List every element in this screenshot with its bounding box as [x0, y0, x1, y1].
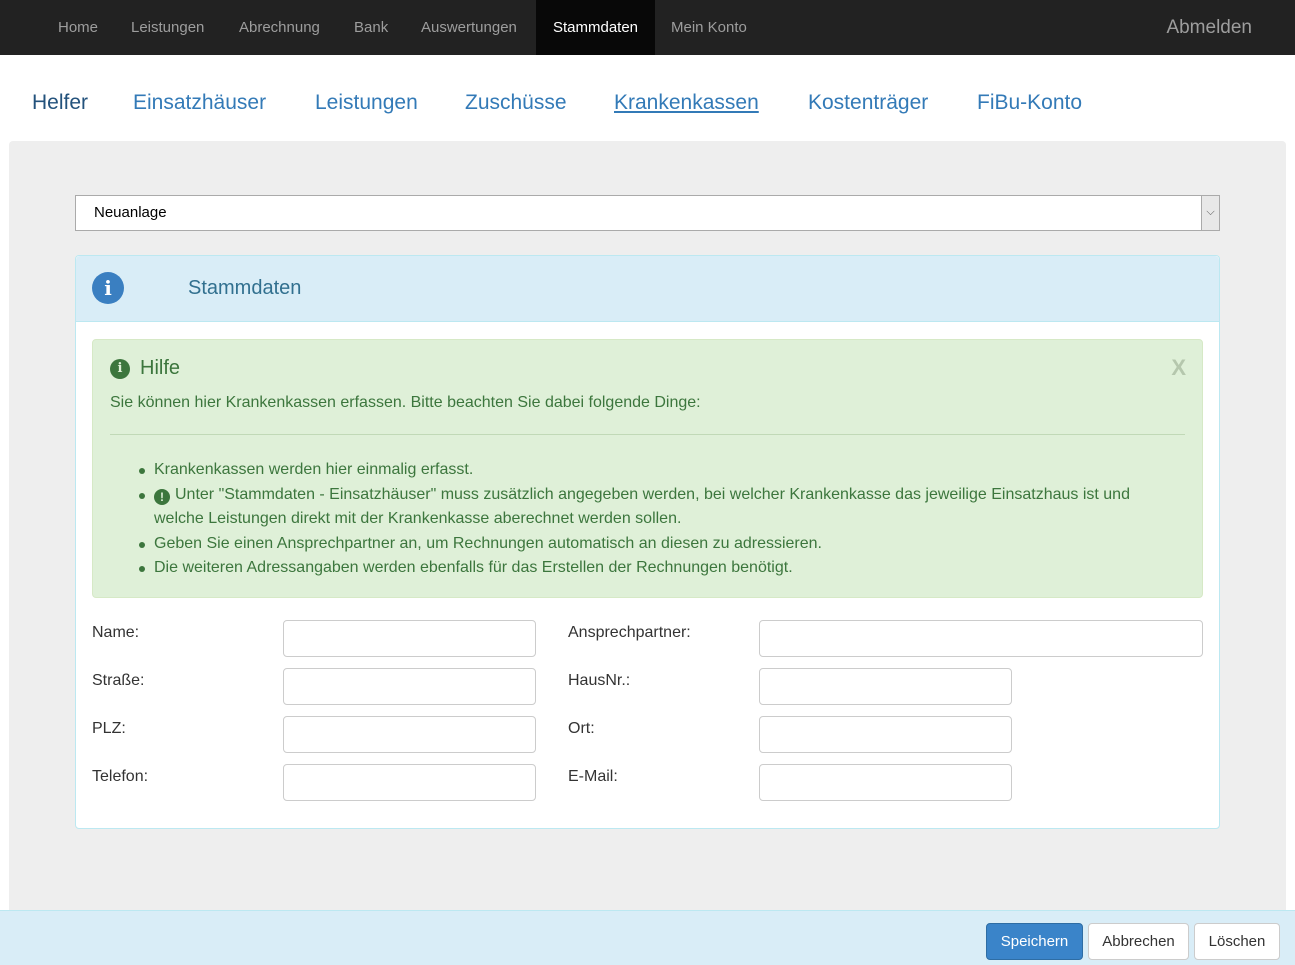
record-select[interactable]: Neuanlage ⌵ — [75, 195, 1220, 231]
tab-helfer[interactable]: Helfer — [32, 89, 88, 117]
house-no-field[interactable] — [759, 668, 1012, 705]
tab-leistungen[interactable]: Leistungen — [315, 89, 418, 117]
panel-heading: i Stammdaten — [76, 256, 1219, 322]
top-navbar: Home Leistungen Abrechnung Bank Auswertu… — [0, 0, 1295, 55]
help-list: Krankenkassen werden hier einmalig erfas… — [139, 458, 1184, 581]
nav-abrechnung[interactable]: Abrechnung — [239, 0, 320, 55]
house-no-label: HausNr.: — [568, 672, 631, 689]
record-select-value: Neuanlage — [94, 204, 167, 221]
contact-label: Ansprechpartner: — [568, 624, 691, 641]
tab-einsatzhaeuser[interactable]: Einsatzhäuser — [133, 89, 266, 117]
city-label: Ort: — [568, 720, 595, 737]
help-bullet: Die weiteren Adressangaben werden ebenfa… — [139, 556, 1184, 581]
help-intro: Sie können hier Krankenkassen erfassen. … — [110, 394, 701, 411]
tab-fibu-konto[interactable]: FiBu-Konto — [977, 89, 1082, 117]
nav-stammdaten[interactable]: Stammdaten — [536, 0, 655, 55]
contact-field[interactable] — [759, 620, 1203, 657]
info-icon: i — [92, 272, 124, 304]
email-field[interactable] — [759, 764, 1012, 801]
panel-title: Stammdaten — [188, 277, 302, 299]
nav-bank[interactable]: Bank — [354, 0, 388, 55]
email-label: E-Mail: — [568, 768, 618, 785]
help-bullet-text: Unter "Stammdaten - Einsatzhäuser" muss … — [154, 485, 1130, 528]
stammdaten-panel: i Stammdaten i Hilfe X Sie können hier K… — [75, 255, 1220, 829]
name-field[interactable] — [283, 620, 536, 657]
nav-mein-konto[interactable]: Mein Konto — [671, 0, 747, 55]
help-title: Hilfe — [140, 357, 181, 379]
logout-link[interactable]: Abmelden — [1166, 0, 1252, 55]
street-label: Straße: — [92, 672, 145, 689]
cancel-button[interactable]: Abbrechen — [1088, 923, 1189, 960]
help-alert: i Hilfe X Sie können hier Krankenkassen … — [92, 339, 1203, 598]
phone-label: Telefon: — [92, 768, 149, 785]
nav-leistungen[interactable]: Leistungen — [131, 0, 204, 55]
delete-button[interactable]: Löschen — [1194, 923, 1280, 960]
zip-label: PLZ: — [92, 720, 126, 737]
save-button[interactable]: Speichern — [986, 923, 1083, 960]
chevron-down-icon[interactable]: ⌵ — [1201, 196, 1219, 230]
nav-auswertungen[interactable]: Auswertungen — [421, 0, 517, 55]
name-label: Name: — [92, 624, 140, 641]
help-bullet-warning: ! Unter "Stammdaten - Einsatzhäuser" muss… — [139, 483, 1184, 532]
zip-field[interactable] — [283, 716, 536, 753]
tab-kostentraeger[interactable]: Kostenträger — [808, 89, 928, 117]
close-icon[interactable]: X — [1171, 355, 1186, 381]
city-field[interactable] — [759, 716, 1012, 753]
exclamation-icon: ! — [154, 488, 170, 505]
street-field[interactable] — [283, 668, 536, 705]
help-divider — [110, 434, 1185, 435]
tab-krankenkassen[interactable]: Krankenkassen — [614, 89, 759, 117]
help-info-icon: i — [110, 359, 130, 379]
footer-bar: Speichern Abbrechen Löschen — [0, 910, 1295, 965]
help-bullet: Krankenkassen werden hier einmalig erfas… — [139, 458, 1184, 483]
tab-zuschuesse[interactable]: Zuschüsse — [465, 89, 567, 117]
nav-home[interactable]: Home — [58, 0, 98, 55]
help-bullet: Geben Sie einen Ansprechpartner an, um R… — [139, 532, 1184, 557]
phone-field[interactable] — [283, 764, 536, 801]
